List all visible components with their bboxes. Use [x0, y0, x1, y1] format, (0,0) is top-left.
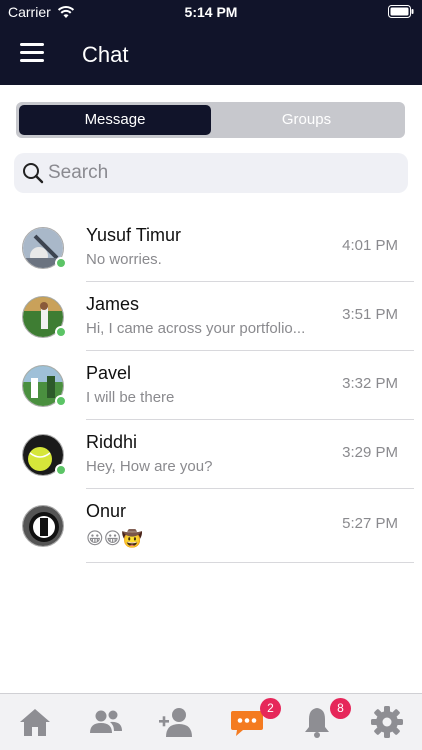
- chat-row-yusuf[interactable]: Yusuf Timur No worries. 4:01 PM: [0, 213, 422, 282]
- chat-name: James: [86, 294, 140, 314]
- online-indicator: [55, 464, 67, 476]
- chat-preview: No worries.: [86, 251, 162, 268]
- chat-row-onur[interactable]: Onur 😀😀🤠 5:27 PM: [0, 489, 422, 563]
- chat-name: Riddhi: [86, 432, 138, 452]
- add-user-icon: [159, 708, 192, 737]
- chat-name: Yusuf Timur: [86, 225, 182, 245]
- chat-time: 3:29 PM: [342, 444, 398, 461]
- home-icon: [20, 709, 50, 736]
- chat-time: 4:01 PM: [342, 237, 398, 254]
- tab-friends[interactable]: [88, 704, 124, 740]
- tab-home[interactable]: [17, 704, 53, 740]
- tab-settings[interactable]: [369, 704, 405, 740]
- online-indicator: [55, 395, 67, 407]
- tab-notifications[interactable]: 8: [299, 698, 351, 740]
- gear-icon: [371, 706, 403, 738]
- hamburger-menu-icon[interactable]: [20, 43, 44, 63]
- chat-preview: Hey, How are you?: [86, 458, 213, 475]
- status-bar: Carrier 5:14 PM: [0, 0, 422, 24]
- search-bar: [14, 153, 408, 193]
- chat-row-james[interactable]: James Hi, I came across your portfolio..…: [0, 282, 422, 351]
- chat-preview: Hi, I came across your portfolio...: [86, 320, 306, 337]
- search-icon: [23, 163, 44, 184]
- segmented-control: Message Groups: [16, 102, 405, 138]
- chat-name: Pavel: [86, 363, 132, 383]
- chat-preview: 😀😀🤠: [86, 529, 143, 548]
- tab-groups[interactable]: Groups: [211, 105, 402, 135]
- online-indicator: [55, 257, 67, 269]
- chat-time: 5:27 PM: [342, 515, 398, 532]
- nav-bar: Chat: [0, 24, 422, 85]
- chat-preview: I will be there: [86, 389, 175, 406]
- page-title: Chat: [82, 42, 129, 67]
- divider: [86, 562, 414, 563]
- battery-icon: [388, 5, 414, 18]
- chat-row-pavel[interactable]: Pavel I will be there 3:32 PM: [0, 351, 422, 420]
- status-time: 5:14 PM: [184, 4, 238, 20]
- search-input[interactable]: [48, 153, 398, 193]
- chat-time: 3:51 PM: [342, 306, 398, 323]
- chat-name: Onur: [86, 501, 127, 521]
- unread-badge: 2: [260, 698, 281, 719]
- tab-message[interactable]: Message: [19, 105, 211, 135]
- tab-bar: 2 8: [0, 693, 422, 750]
- people-icon: [90, 710, 122, 733]
- avatar: [22, 505, 64, 547]
- chat-time: 3:32 PM: [342, 375, 398, 392]
- online-indicator: [55, 326, 67, 338]
- chat-row-riddhi[interactable]: Riddhi Hey, How are you? 3:29 PM: [0, 420, 422, 489]
- tab-add-user[interactable]: [158, 704, 194, 740]
- tab-chat[interactable]: 2: [229, 698, 281, 740]
- notification-badge: 8: [330, 698, 351, 719]
